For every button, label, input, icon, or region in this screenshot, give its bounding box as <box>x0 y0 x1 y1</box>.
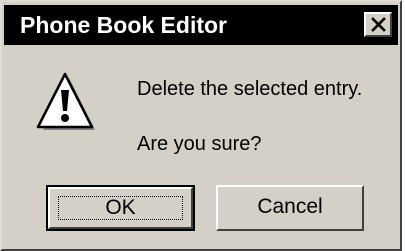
close-icon <box>371 17 386 32</box>
confirmation-question: Are you sure? <box>137 133 262 155</box>
cancel-button[interactable]: Cancel <box>216 185 364 231</box>
warning-icon <box>36 72 95 130</box>
message-text: Delete the selected entry. <box>137 78 363 100</box>
title-bar[interactable]: Phone Book Editor <box>4 5 398 45</box>
message-dialog: Phone Book Editor Delete the selected en… <box>0 0 402 251</box>
close-button[interactable] <box>364 12 392 37</box>
window-title: Phone Book Editor <box>20 12 227 38</box>
ok-button[interactable]: OK <box>46 185 195 231</box>
ok-button-label: OK <box>105 196 136 219</box>
